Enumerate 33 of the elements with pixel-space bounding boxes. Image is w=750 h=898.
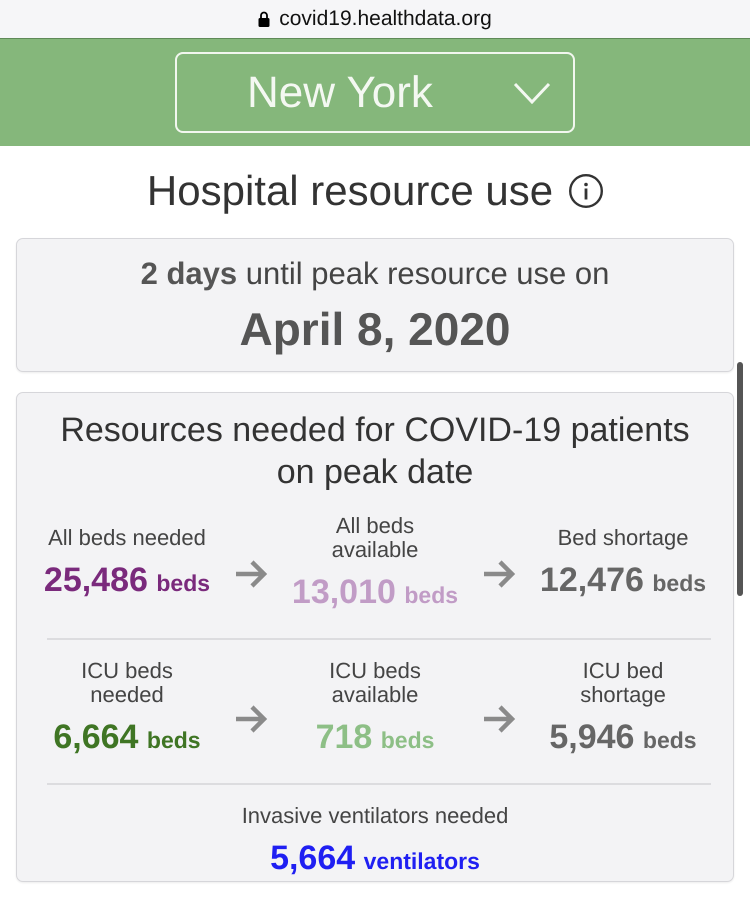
stat-unit: beds	[380, 727, 434, 753]
peak-date: April 8, 2020	[238, 302, 512, 357]
lock-icon	[258, 11, 270, 27]
stat-label: Invasive ventilators needed	[240, 804, 510, 828]
arrow-right-icon	[482, 704, 516, 734]
stat-label: All beds available	[330, 514, 420, 562]
info-icon[interactable]	[569, 174, 604, 208]
stat-unit: beds	[404, 582, 458, 608]
resources-title: Resources needed for COVID-19 patients on peak date	[59, 410, 691, 493]
stat-unit: beds	[642, 727, 697, 753]
stat-value: 6,664	[53, 718, 138, 756]
stat-unit: ventilators	[364, 848, 480, 874]
stat-label: ICU beds needed	[80, 659, 174, 707]
stat-label: ICU bed shortage	[579, 659, 667, 707]
url-text[interactable]: covid19.healthdata.org	[279, 7, 492, 31]
stat-value: 25,486	[44, 561, 148, 599]
peak-countdown: 2 days until peak resource use on	[140, 255, 610, 293]
stat-unit: beds	[652, 570, 706, 596]
stat-value: 5,664	[270, 839, 356, 877]
stat-unit: beds	[146, 727, 201, 753]
stat-value: 5,946	[549, 718, 634, 756]
chevron-down-icon	[513, 82, 551, 104]
stat-value: 13,010	[292, 573, 396, 611]
arrow-right-icon	[234, 704, 268, 734]
stat-label: All beds needed	[47, 526, 207, 550]
stat-value: 718	[316, 718, 372, 756]
section-title: Hospital resource use	[146, 166, 554, 216]
stat-unit: beds	[156, 570, 210, 596]
arrow-right-icon	[234, 558, 268, 588]
stat-label: Bed shortage	[556, 526, 690, 550]
stat-value: 12,476	[540, 561, 644, 599]
arrow-right-icon	[482, 558, 516, 588]
stat-label: ICU beds available	[328, 659, 422, 707]
